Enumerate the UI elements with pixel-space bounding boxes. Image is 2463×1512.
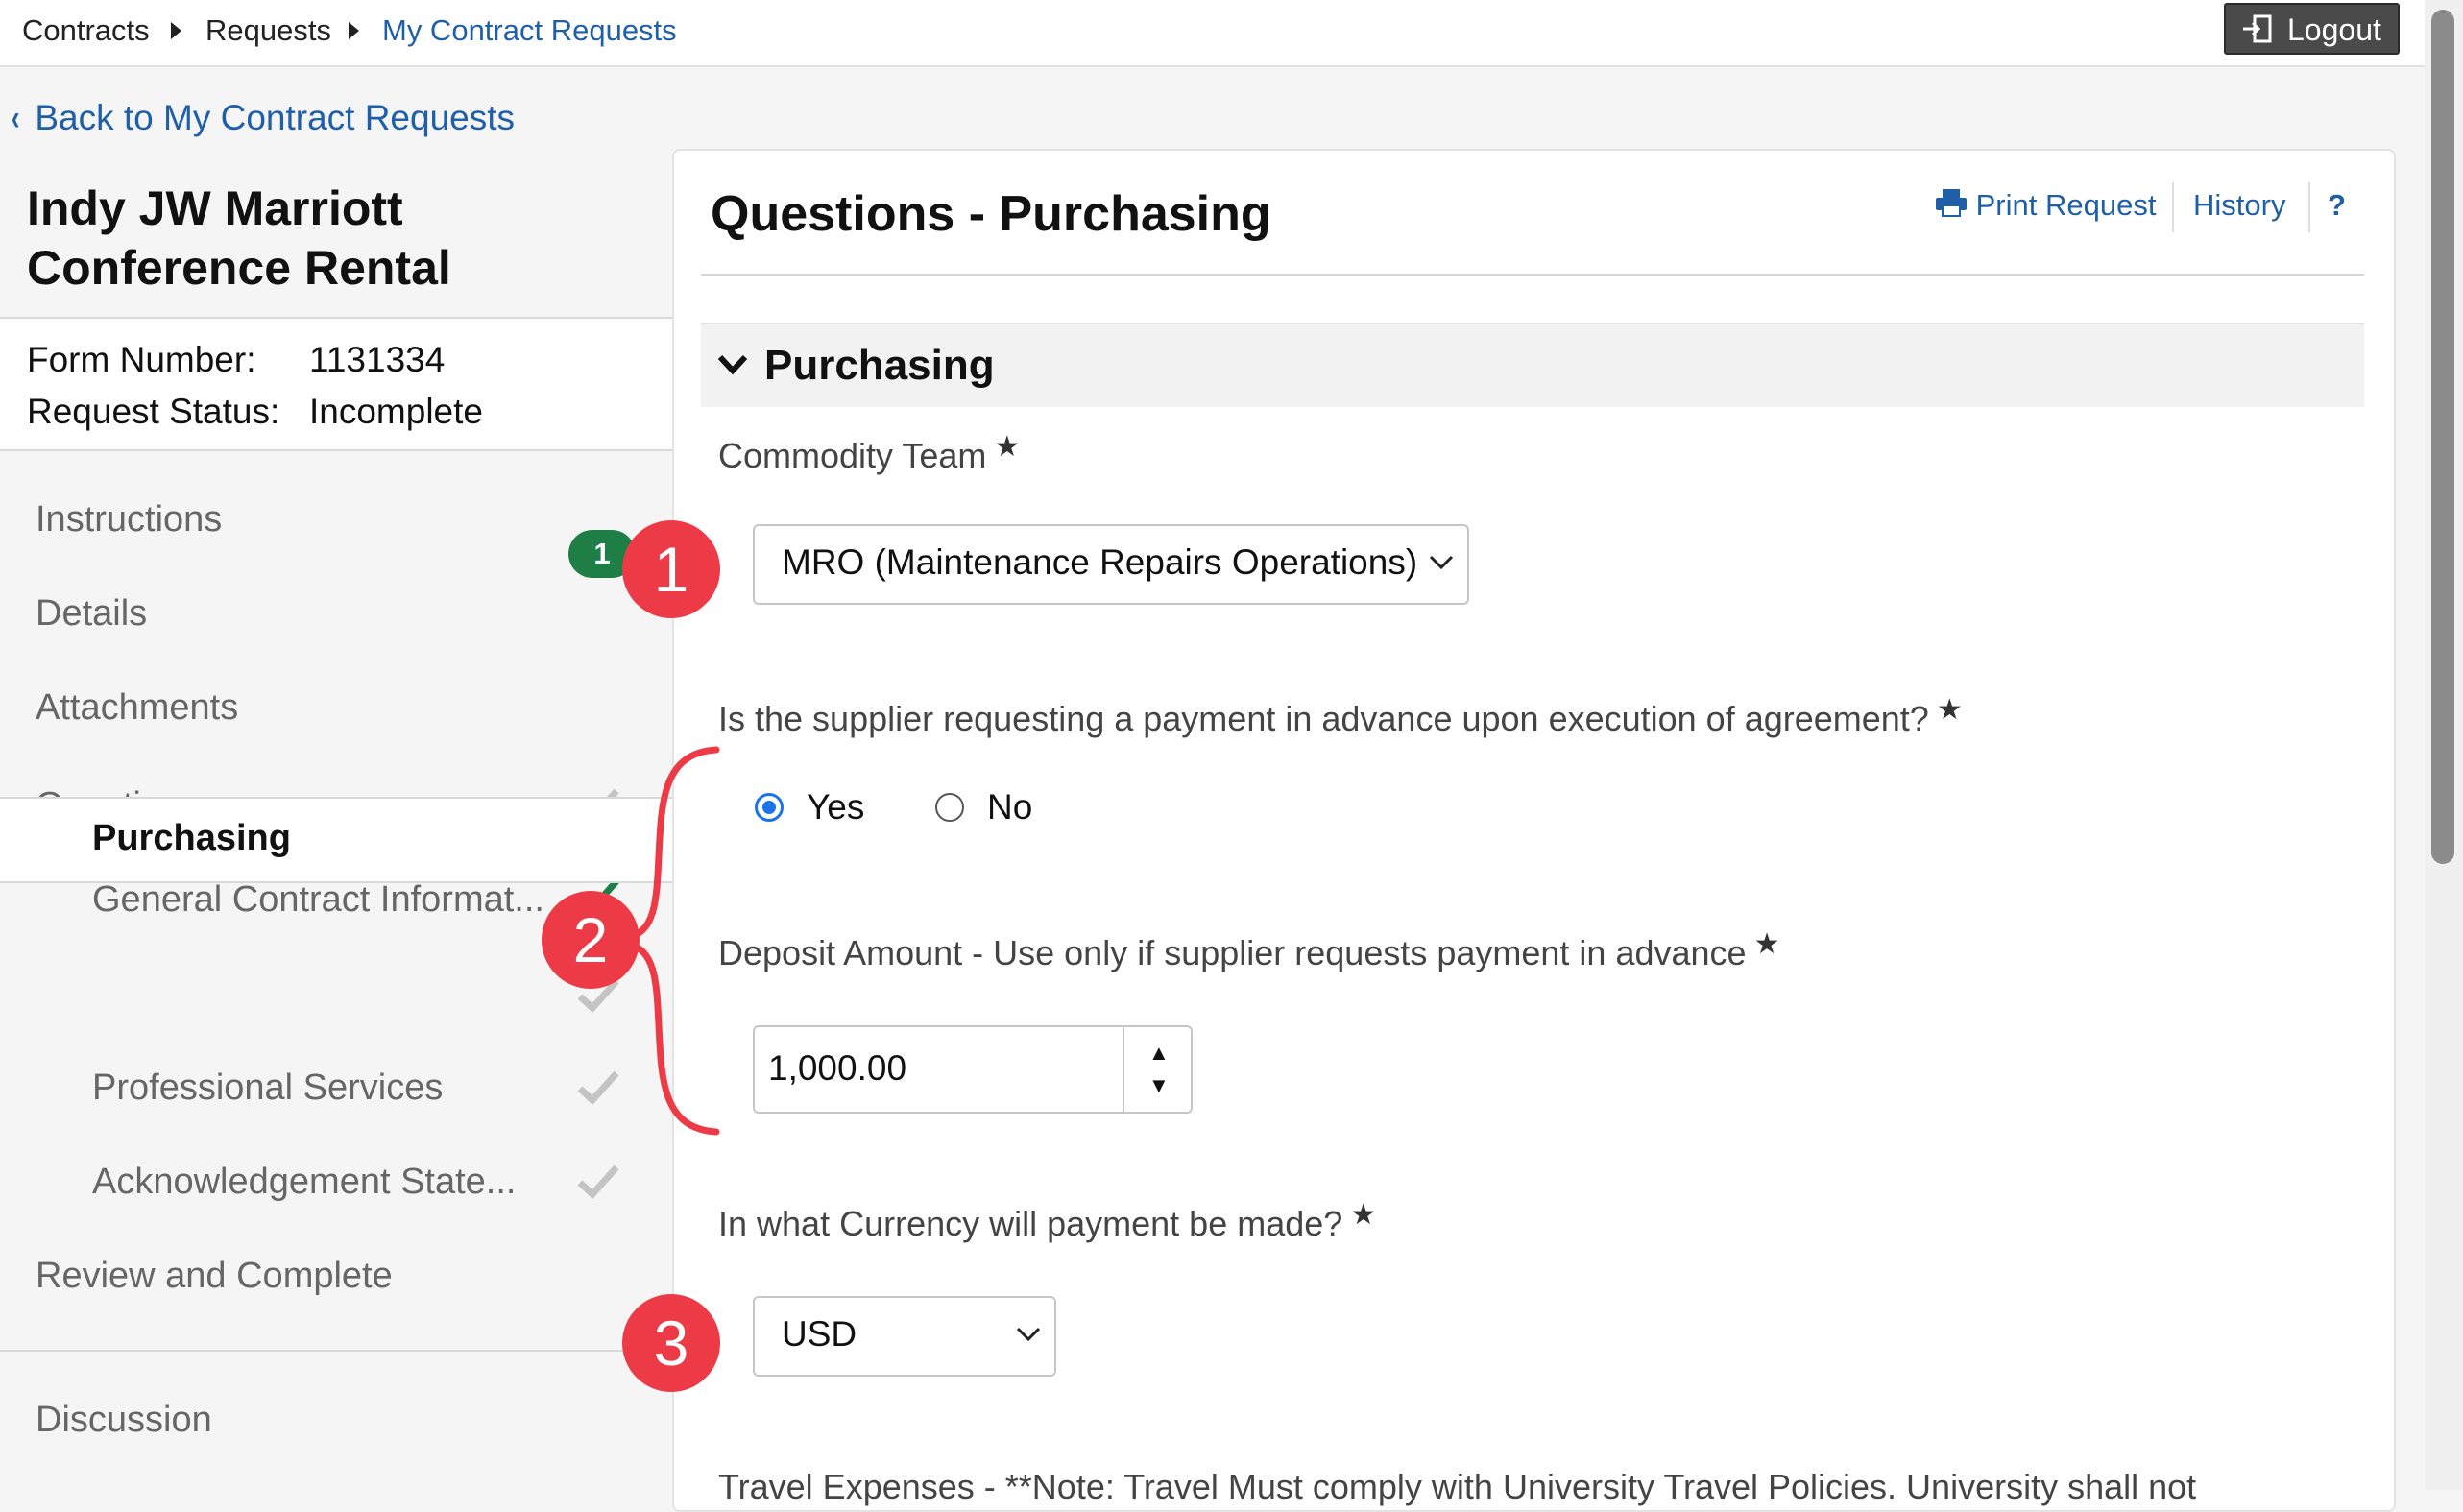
commodity-team-label: Commodity Team ★	[718, 431, 1021, 475]
request-meta: Form Number: 1131334 Request Status: Inc…	[0, 317, 672, 451]
chevron-down-icon	[1016, 1327, 1041, 1342]
sidebar-divider	[0, 1350, 672, 1352]
sidebar-item-details[interactable]: Details	[36, 593, 147, 635]
action-separator	[2172, 182, 2174, 232]
sidebar-item-acknowledgement-statement[interactable]: Acknowledgement State...	[92, 1162, 516, 1203]
required-star-icon: ★	[1936, 694, 1963, 726]
printer-icon	[1936, 189, 1967, 217]
required-star-icon: ★	[1350, 1199, 1377, 1231]
page-title: Questions - Purchasing	[711, 186, 1271, 242]
scrollbar-thumb[interactable]	[2431, 10, 2454, 864]
commodity-team-select[interactable]: MRO (Maintenance Repairs Operations)	[753, 524, 1469, 605]
request-title: Indy JW Marriott Conference Rental	[27, 181, 451, 295]
deposit-amount-input[interactable]: 1,000.00 ▲ ▼	[753, 1025, 1193, 1114]
advance-payment-label: Is the supplier requesting a payment in …	[718, 694, 1963, 738]
deposit-amount-value: 1,000.00	[768, 1048, 907, 1088]
radio-no[interactable]	[935, 793, 964, 822]
action-separator	[2308, 182, 2310, 232]
sidebar-item-review-and-complete[interactable]: Review and Complete	[36, 1256, 393, 1297]
radio-no-label[interactable]: No	[987, 787, 1032, 828]
currency-value: USD	[782, 1314, 857, 1354]
required-star-icon: ★	[994, 431, 1021, 463]
sidebar-item-instructions[interactable]: Instructions	[36, 499, 222, 540]
logout-icon	[2243, 14, 2272, 43]
spinner-divider	[1123, 1027, 1124, 1112]
logout-label: Logout	[2287, 12, 2381, 47]
travel-expenses-label: Travel Expenses - **Note: Travel Must co…	[718, 1467, 2197, 1506]
help-icon[interactable]: ?	[2328, 188, 2346, 223]
currency-label: In what Currency will payment be made? ★	[718, 1199, 1377, 1243]
form-number-label: Form Number:	[27, 340, 256, 379]
breadcrumb-contracts[interactable]: Contracts	[22, 13, 150, 48]
back-link-label: Back to My Contract Requests	[35, 98, 516, 137]
sidebar-item-purchasing-label: Purchasing	[92, 818, 291, 858]
annotation-marker-3: 3	[622, 1294, 720, 1392]
logout-button[interactable]: Logout	[2224, 3, 2400, 55]
print-request-link[interactable]: Print Request	[1935, 188, 2156, 223]
breadcrumb-separator-icon	[171, 22, 181, 39]
chevron-left-icon: ‹	[11, 98, 20, 137]
currency-select[interactable]: USD	[753, 1296, 1056, 1377]
sidebar-item-attachments[interactable]: Attachments	[36, 687, 238, 729]
annotation-marker-1: 1	[622, 520, 720, 618]
deposit-amount-label: Deposit Amount - Use only if supplier re…	[718, 928, 1780, 972]
spinner-up-icon[interactable]: ▲	[1148, 1041, 1170, 1066]
radio-yes-label[interactable]: Yes	[807, 787, 864, 828]
annotation-marker-2: 2	[542, 891, 640, 989]
breadcrumb-requests[interactable]: Requests	[205, 13, 331, 48]
breadcrumb-separator-icon	[349, 22, 359, 39]
spinner-down-icon[interactable]: ▼	[1148, 1073, 1170, 1098]
sidebar-item-professional-services[interactable]: Professional Services	[92, 1068, 443, 1109]
chevron-down-icon	[717, 354, 748, 375]
sidebar-item-general-contract-information[interactable]: General Contract Informat...	[92, 879, 544, 921]
commodity-team-value: MRO (Maintenance Repairs Operations)	[782, 542, 1418, 582]
top-bar: Contracts Requests My Contract Requests …	[0, 0, 2425, 67]
radio-yes[interactable]	[755, 793, 784, 822]
back-link[interactable]: ‹ Back to My Contract Requests	[10, 98, 515, 138]
purchasing-section-header[interactable]: Purchasing	[701, 323, 2364, 407]
history-link[interactable]: History	[2193, 188, 2285, 223]
sidebar-item-discussion[interactable]: Discussion	[36, 1400, 212, 1441]
radio-selected-dot	[762, 801, 776, 814]
form-number-value: 1131334	[309, 340, 446, 379]
chevron-down-icon	[1429, 555, 1454, 570]
request-status-value: Incomplete	[309, 392, 483, 431]
required-star-icon: ★	[1753, 928, 1780, 960]
check-icon	[577, 1164, 619, 1199]
breadcrumb-my-contract-requests[interactable]: My Contract Requests	[382, 13, 677, 48]
request-status-label: Request Status:	[27, 392, 280, 431]
title-divider	[701, 274, 2364, 276]
section-title: Purchasing	[764, 342, 995, 389]
